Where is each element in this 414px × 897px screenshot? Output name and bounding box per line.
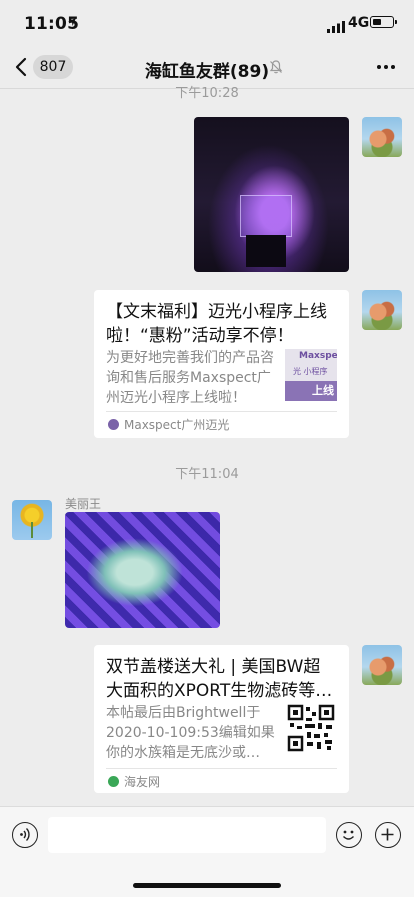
home-indicator <box>133 883 281 888</box>
avatar[interactable] <box>12 500 52 540</box>
timestamp: 下午10:28 <box>175 86 239 101</box>
thumb-brand: Maxspect <box>299 351 337 361</box>
battery-icon <box>370 16 397 28</box>
sender-name: 美丽王 <box>65 497 102 511</box>
card-divider <box>106 768 337 769</box>
qr-code-icon <box>287 704 335 752</box>
card-source: 海友网 <box>108 773 160 790</box>
link-card[interactable]: 【文末福利】迈光小程序上线啦！“惠粉”活动享不停！ 为更好地完善我们的产品咨询和… <box>94 290 349 438</box>
emoji-smile-icon[interactable] <box>336 822 362 848</box>
more-dots-icon[interactable] <box>374 57 398 77</box>
card-description: 本帖最后由Brightwell于2020-10-109:53编辑如果你的水族箱是… <box>106 705 275 761</box>
status-bar: 11:05 4G <box>0 0 414 48</box>
source-name: Maxspect广州迈光 <box>124 418 230 432</box>
aquarium-tank <box>240 195 292 237</box>
image-message[interactable] <box>194 117 349 272</box>
input-bar <box>0 806 414 897</box>
message-input[interactable] <box>48 817 326 853</box>
battery-level <box>373 19 381 25</box>
card-description: 为更好地完善我们的产品咨询和售后服务Maxspect广州迈光小程序上线啦！ <box>106 350 274 406</box>
thumb-subtitle: 光 小程序 <box>293 367 328 376</box>
chat-title: 海缸鱼友群(89) <box>144 62 270 82</box>
cellular-signal-icon <box>327 18 345 33</box>
voice-icon[interactable] <box>12 822 38 848</box>
bell-slash-icon <box>268 59 284 75</box>
aquarium-stand <box>246 235 286 267</box>
source-logo-icon <box>108 419 119 430</box>
card-source: Maxspect广州迈光 <box>108 416 229 433</box>
avatar[interactable] <box>362 290 402 330</box>
location-arrow-icon <box>67 16 77 30</box>
source-logo-icon <box>108 776 119 787</box>
link-card[interactable]: 双节盖楼送大礼 | 美国BW超大面积的XPORT生物滤砖等… 本帖最后由Brig… <box>94 645 349 793</box>
source-name: 海友网 <box>124 775 161 789</box>
card-title: 【文末福利】迈光小程序上线啦！“惠粉”活动享不停！ <box>106 302 327 346</box>
plus-circle-icon[interactable] <box>375 822 401 848</box>
avatar[interactable] <box>362 117 402 157</box>
network-type: 4G <box>348 15 370 31</box>
card-thumbnail: Maxspect 光 小程序 上线 <box>285 349 337 401</box>
thumb-badge: 上线 <box>312 384 334 397</box>
card-title: 双节盖楼送大礼 | 美国BW超大面积的XPORT生物滤砖等… <box>106 657 333 701</box>
card-divider <box>106 411 337 412</box>
avatar[interactable] <box>362 645 402 685</box>
timestamp: 下午11:04 <box>175 467 239 482</box>
image-message[interactable] <box>65 512 220 628</box>
